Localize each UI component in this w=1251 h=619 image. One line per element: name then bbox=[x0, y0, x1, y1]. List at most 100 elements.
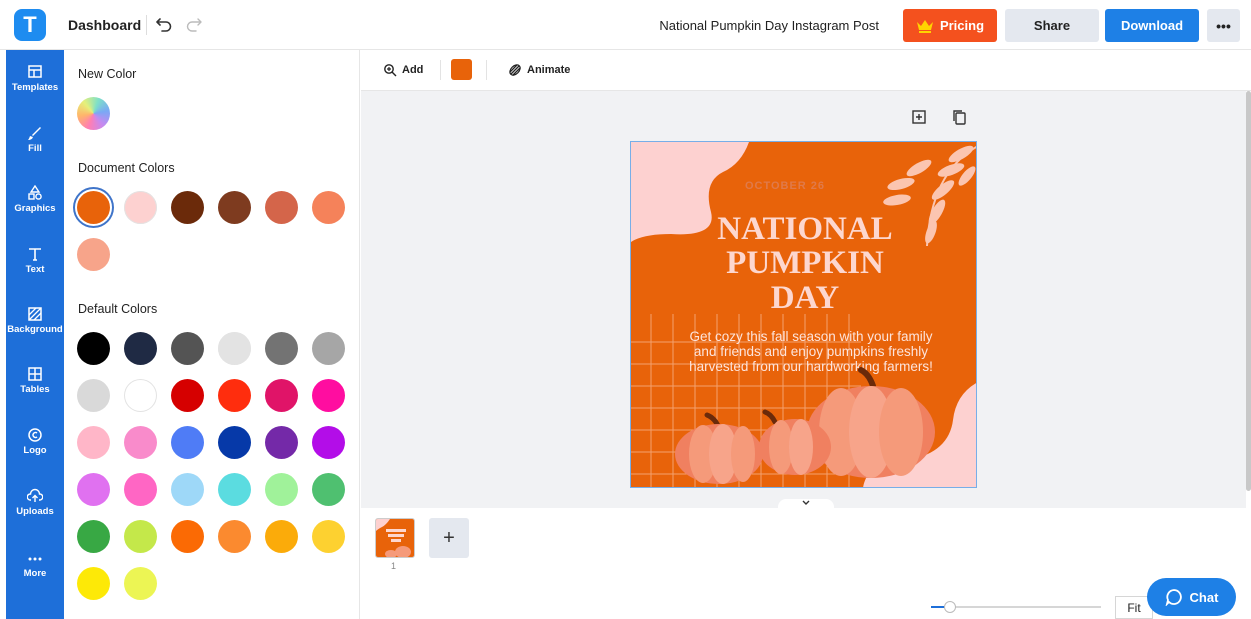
color-swatch[interactable] bbox=[218, 473, 251, 506]
sidebar-item-logo[interactable]: Logo bbox=[6, 427, 64, 477]
color-swatch[interactable] bbox=[171, 520, 204, 553]
color-swatch[interactable] bbox=[124, 567, 157, 600]
zoom-slider[interactable] bbox=[931, 606, 1101, 608]
document-title[interactable]: National Pumpkin Day Instagram Post bbox=[659, 18, 879, 33]
design-canvas[interactable]: OCTOBER 26 NATIONAL PUMPKIN DAY Get cozy… bbox=[630, 141, 977, 488]
add-page-icon[interactable] bbox=[911, 109, 927, 125]
add-label: Add bbox=[402, 64, 424, 76]
undo-icon[interactable] bbox=[156, 15, 172, 33]
sidebar-item-text[interactable]: Text bbox=[6, 246, 64, 296]
color-swatch[interactable] bbox=[265, 332, 298, 365]
app-logo[interactable]: T bbox=[14, 9, 46, 41]
color-swatch[interactable] bbox=[171, 473, 204, 506]
color-swatch[interactable] bbox=[124, 473, 157, 506]
color-swatch[interactable] bbox=[124, 426, 157, 459]
sidebar-item-label: Uploads bbox=[16, 506, 54, 517]
color-swatch[interactable] bbox=[218, 191, 251, 224]
page-thumbnail-preview bbox=[376, 519, 414, 557]
chat-bubble-icon bbox=[1165, 589, 1182, 606]
vertical-scrollbar[interactable] bbox=[1246, 91, 1251, 491]
page-thumbnail[interactable] bbox=[375, 518, 415, 558]
color-swatch[interactable] bbox=[77, 191, 110, 224]
canvas-area: OCTOBER 26 NATIONAL PUMPKIN DAY Get cozy… bbox=[361, 91, 1246, 508]
sidebar-item-graphics[interactable]: Graphics bbox=[6, 185, 64, 235]
more-options-button[interactable]: ••• bbox=[1207, 9, 1240, 42]
sidebar-item-label: Templates bbox=[11, 82, 59, 93]
animate-button[interactable]: Animate bbox=[508, 63, 570, 77]
redo-icon[interactable] bbox=[186, 15, 202, 33]
color-swatch[interactable] bbox=[124, 379, 157, 412]
color-swatch[interactable] bbox=[312, 191, 345, 224]
color-swatch[interactable] bbox=[218, 520, 251, 553]
color-swatch[interactable] bbox=[265, 426, 298, 459]
zoom-slider-fill bbox=[931, 606, 945, 608]
sidebar-item-label: Graphics bbox=[14, 203, 56, 214]
color-swatch[interactable] bbox=[218, 332, 251, 365]
dashboard-link[interactable]: Dashboard bbox=[68, 17, 141, 33]
templates-icon bbox=[28, 65, 42, 78]
color-swatch[interactable] bbox=[77, 238, 110, 271]
color-swatch[interactable] bbox=[124, 332, 157, 365]
color-swatch[interactable] bbox=[171, 426, 204, 459]
new-color-heading: New Color bbox=[78, 67, 137, 81]
upload-icon bbox=[27, 488, 43, 502]
sidebar-item-uploads[interactable]: Uploads bbox=[6, 488, 64, 538]
color-swatch[interactable] bbox=[77, 379, 110, 412]
chat-label: Chat bbox=[1189, 589, 1219, 605]
artwork: OCTOBER 26 NATIONAL PUMPKIN DAY Get cozy… bbox=[631, 142, 976, 487]
fill-color-swatch[interactable] bbox=[451, 59, 472, 80]
color-swatch[interactable] bbox=[77, 520, 110, 553]
pricing-label: Pricing bbox=[939, 18, 985, 33]
color-swatch[interactable] bbox=[312, 379, 345, 412]
color-swatch[interactable] bbox=[77, 426, 110, 459]
sidebar-item-label: Background bbox=[7, 324, 63, 335]
pages-bar: 1 + Fit bbox=[361, 508, 1251, 619]
sidebar-item-tables[interactable]: Tables bbox=[6, 366, 64, 416]
color-swatch[interactable] bbox=[171, 379, 204, 412]
color-swatch[interactable] bbox=[265, 520, 298, 553]
color-swatch[interactable] bbox=[77, 567, 110, 600]
table-icon bbox=[28, 367, 42, 381]
title-line-1: NATIONAL bbox=[717, 211, 892, 247]
color-swatch[interactable] bbox=[171, 191, 204, 224]
share-button[interactable]: Share bbox=[1005, 9, 1099, 42]
background-icon bbox=[28, 307, 42, 321]
color-panel: New Color Document Colors Default Colors bbox=[64, 50, 360, 619]
new-color-picker[interactable] bbox=[77, 97, 110, 130]
color-swatch[interactable] bbox=[265, 379, 298, 412]
sidebar-item-background[interactable]: Background bbox=[6, 306, 64, 356]
add-button[interactable]: Add bbox=[383, 63, 423, 77]
top-bar: T Dashboard National Pumpkin Day Instagr… bbox=[0, 0, 1251, 50]
duplicate-page-icon[interactable] bbox=[951, 109, 967, 125]
color-swatch[interactable] bbox=[77, 332, 110, 365]
zoom-slider-handle[interactable] bbox=[944, 601, 956, 613]
color-swatch[interactable] bbox=[265, 473, 298, 506]
sidebar-item-label: Text bbox=[25, 264, 45, 275]
animate-label: Animate bbox=[527, 64, 571, 76]
color-swatch[interactable] bbox=[77, 473, 110, 506]
color-swatch[interactable] bbox=[218, 426, 251, 459]
color-swatch[interactable] bbox=[312, 473, 345, 506]
color-swatch[interactable] bbox=[312, 332, 345, 365]
add-page-button[interactable]: + bbox=[429, 518, 469, 558]
date-text: OCTOBER 26 bbox=[745, 180, 825, 192]
pricing-button[interactable]: Pricing bbox=[903, 9, 997, 42]
color-swatch[interactable] bbox=[312, 426, 345, 459]
sidebar-item-templates[interactable]: Templates bbox=[6, 64, 64, 114]
sidebar-item-more[interactable]: More bbox=[6, 550, 64, 600]
color-swatch[interactable] bbox=[124, 520, 157, 553]
color-swatch[interactable] bbox=[312, 520, 345, 553]
context-toolbar: Add Animate bbox=[361, 50, 1251, 91]
sidebar-item-label: Logo bbox=[23, 445, 47, 456]
add-search-icon bbox=[384, 64, 397, 77]
divider bbox=[146, 15, 147, 35]
download-button[interactable]: Download bbox=[1105, 9, 1199, 42]
divider bbox=[440, 60, 441, 80]
body-line-2: and friends and enjoy pumpkins freshly bbox=[694, 344, 928, 359]
chat-button[interactable]: Chat bbox=[1147, 578, 1236, 616]
sidebar-item-fill[interactable]: Fill bbox=[6, 125, 64, 175]
color-swatch[interactable] bbox=[171, 332, 204, 365]
color-swatch[interactable] bbox=[218, 379, 251, 412]
color-swatch[interactable] bbox=[124, 191, 157, 224]
color-swatch[interactable] bbox=[265, 191, 298, 224]
